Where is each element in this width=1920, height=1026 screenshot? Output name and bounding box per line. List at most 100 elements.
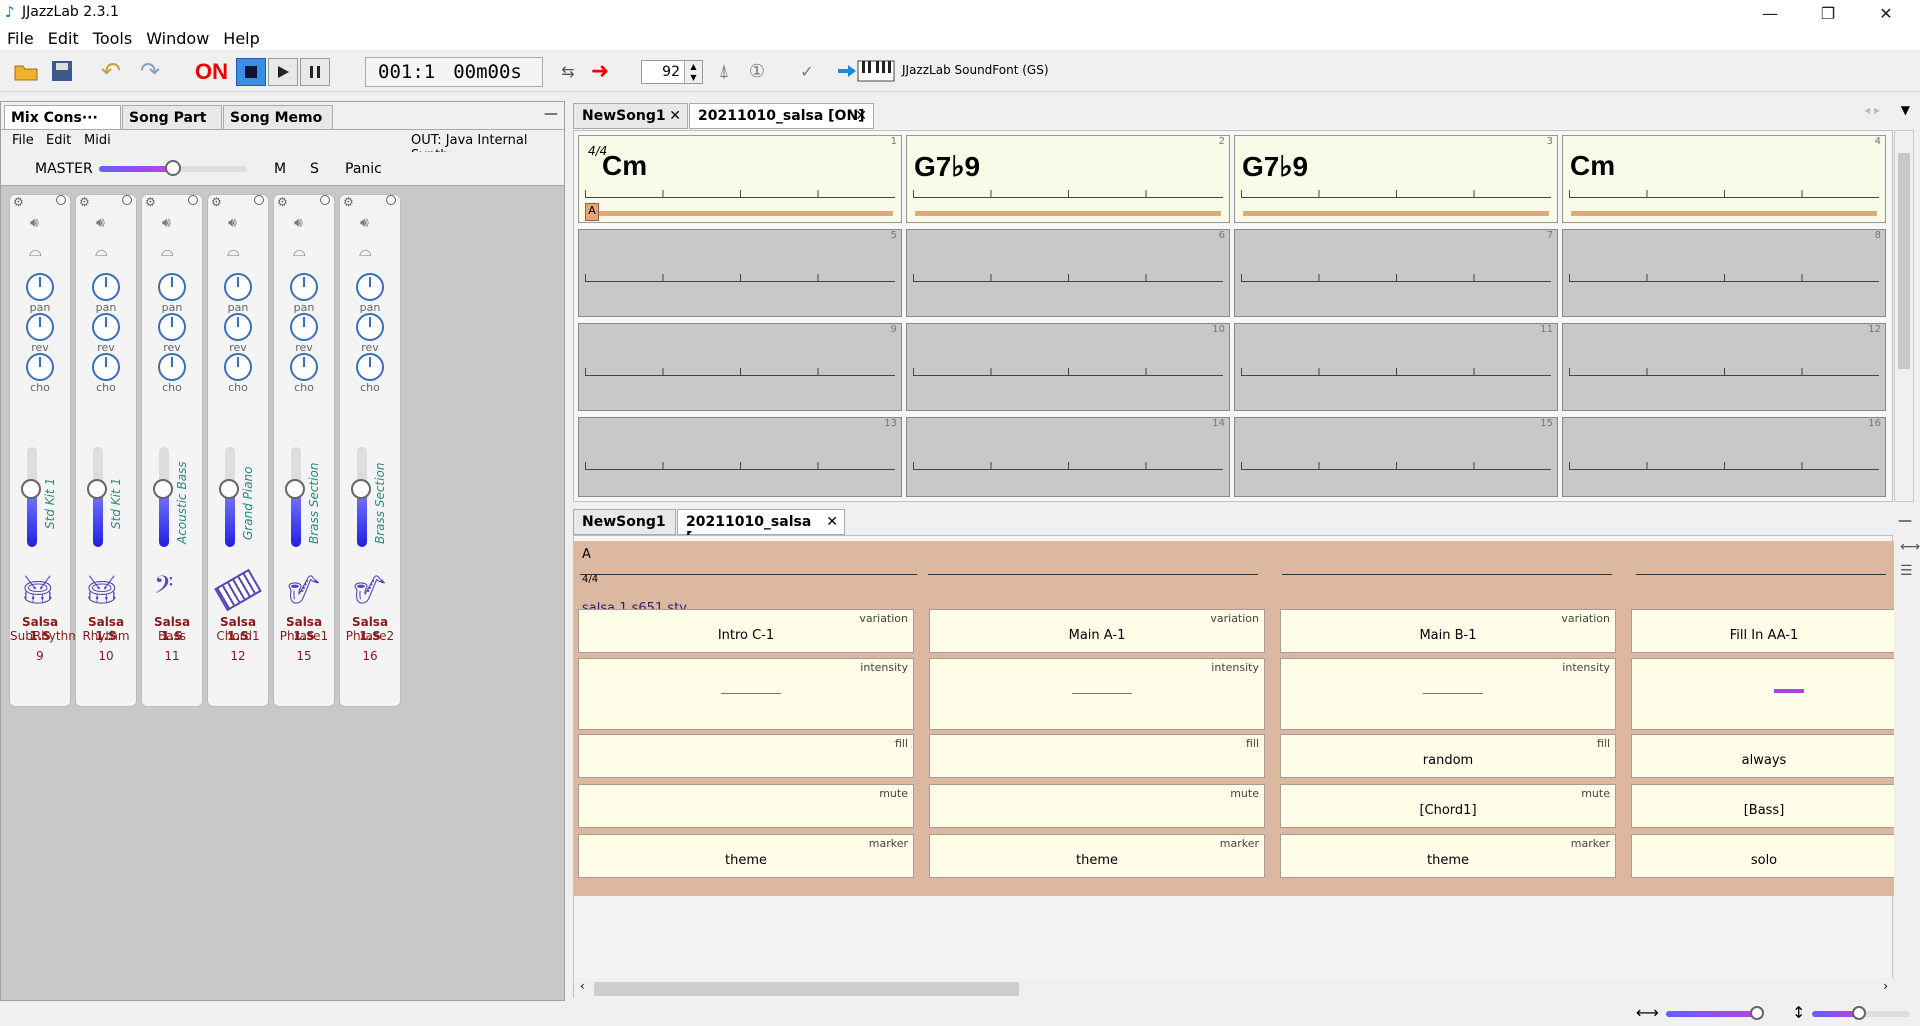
scrollbar-thumb[interactable] [594,982,1019,996]
tab-newsong1[interactable]: NewSong1 ✕ [573,103,688,129]
settings-icon[interactable]: ⚙ [79,195,90,209]
chord-symbol[interactable]: Cm [602,150,647,182]
bar-1[interactable]: 1 4/4 Cm A [578,135,902,223]
fader-thumb[interactable] [153,479,173,499]
tab-salsa-song[interactable]: 20211010_salsa [ON] ✕ [689,103,874,129]
bar-4[interactable]: 4 Cm [1562,135,1886,223]
tab-list-dropdown-icon[interactable]: ▼ [1901,103,1910,117]
restore-icon[interactable]: ❐ [1800,0,1856,26]
reverb-knob[interactable] [92,313,120,341]
mix-menu-midi[interactable]: Midi [84,133,111,148]
chord-symbol[interactable]: Cm [1570,150,1615,182]
mute-cell[interactable]: mute [578,784,914,828]
speaker-icon[interactable]: 🔊︎ [96,215,105,231]
variation-cell[interactable]: variation Main A-1 [929,609,1265,653]
volume-fader[interactable] [21,447,41,547]
chorus-knob[interactable] [92,353,120,381]
solo-radio[interactable] [122,195,132,205]
bar-16[interactable]: 16 [1562,417,1886,497]
solo-radio[interactable] [56,195,66,205]
chorus-knob[interactable] [356,353,384,381]
scroll-right-icon[interactable]: › [1883,979,1888,993]
instrument-name[interactable]: Acoustic Bass [175,453,197,553]
master-slider-thumb[interactable] [165,160,181,176]
bar-10[interactable]: 10 [906,323,1230,411]
intensity-cell[interactable]: intensity [929,658,1265,730]
precount-icon[interactable]: ① [743,58,771,84]
structure-horizontal-scrollbar[interactable]: ‹ › [574,978,1894,998]
horizontal-zoom-slider[interactable] [1666,1011,1762,1017]
headphones-icon[interactable]: ⌓ [227,241,240,261]
master-slider[interactable] [99,160,247,176]
menu-tools[interactable]: Tools [86,29,139,48]
volume-fader[interactable] [351,447,371,547]
volume-fader[interactable] [87,447,107,547]
fit-width-icon[interactable]: ⟷ [1900,539,1920,555]
menu-window[interactable]: Window [139,29,216,48]
minimize-panel-icon[interactable]: — [544,106,558,122]
headphones-icon[interactable]: ⌓ [359,241,372,261]
master-mute-button[interactable]: M [274,161,286,177]
panic-button[interactable]: Panic [345,161,382,177]
bar-5[interactable]: 5 [578,229,902,317]
fill-cell[interactable]: fill [578,734,914,778]
fader-thumb[interactable] [87,479,107,499]
reverb-knob[interactable] [356,313,384,341]
midi-keyboard-icon[interactable] [835,58,897,84]
tab-mix-console[interactable]: Mix Cons··· [4,105,121,129]
volume-fader[interactable] [285,447,305,547]
volume-fader[interactable] [219,447,239,547]
bar-9[interactable]: 9 [578,323,902,411]
headphones-icon[interactable]: ⌓ [161,241,174,261]
close-tab-icon[interactable]: ✕ [826,514,838,530]
mute-cell[interactable]: mute[Bass] [1631,784,1894,828]
variation-cell[interactable]: variation Intro C-1 [578,609,914,653]
precount-arrow-icon[interactable]: ➜ [586,58,614,84]
chord-symbol[interactable]: G7♭9 [1242,150,1308,183]
instrument-name[interactable]: Brass Section [307,453,329,553]
settings-icon[interactable]: ⚙ [343,195,354,209]
play-button[interactable] [268,58,298,86]
settings-icon[interactable]: ⚙ [145,195,156,209]
intensity-cell[interactable]: intensity [1631,658,1894,730]
variation-cell[interactable]: variation Main B-1 [1280,609,1616,653]
minimize-structure-icon[interactable]: — [1898,513,1912,529]
headphones-icon[interactable]: ⌓ [293,241,306,261]
intensity-cell[interactable]: intensity [1280,658,1616,730]
tab-scroll-icon[interactable]: ◂ ▸ [1864,103,1880,117]
speaker-icon[interactable]: 🔊︎ [30,215,39,231]
bar-8[interactable]: 8 [1562,229,1886,317]
volume-fader[interactable] [153,447,173,547]
bar-7[interactable]: 7 [1234,229,1558,317]
bar-15[interactable]: 15 [1234,417,1558,497]
pan-knob[interactable] [290,273,318,301]
menu-edit[interactable]: Edit [41,29,86,48]
fader-thumb[interactable] [285,479,305,499]
solo-radio[interactable] [320,195,330,205]
settings-icon[interactable]: ⚙ [277,195,288,209]
mute-cell[interactable]: mute [Chord1] [1280,784,1616,828]
marker-cell[interactable]: marker theme [578,834,914,878]
open-folder-icon[interactable] [12,58,40,84]
bar-3[interactable]: 3 G7♭9 [1234,135,1558,223]
pan-knob[interactable] [92,273,120,301]
settings-icon[interactable]: ⚙ [211,195,222,209]
midi-on-toggle[interactable]: ON [195,59,228,85]
marker-cell[interactable]: marker theme [1280,834,1616,878]
pan-knob[interactable] [224,273,252,301]
scroll-left-icon[interactable]: ‹ [580,979,585,993]
stop-button[interactable] [236,58,266,86]
fill-cell[interactable]: fill [929,734,1265,778]
close-icon[interactable]: ✕ [1858,0,1914,26]
speaker-icon[interactable]: 🔊︎ [294,215,303,231]
fill-cell[interactable]: fillalways [1631,734,1894,778]
reverb-knob[interactable] [158,313,186,341]
pan-knob[interactable] [356,273,384,301]
chorus-knob[interactable] [158,353,186,381]
speaker-icon[interactable]: 🔊︎ [228,215,237,231]
solo-radio[interactable] [188,195,198,205]
headphones-icon[interactable]: ⌓ [29,241,42,261]
reverb-knob[interactable] [224,313,252,341]
bar-6[interactable]: 6 [906,229,1230,317]
close-tab-icon[interactable]: ✕ [669,108,681,124]
